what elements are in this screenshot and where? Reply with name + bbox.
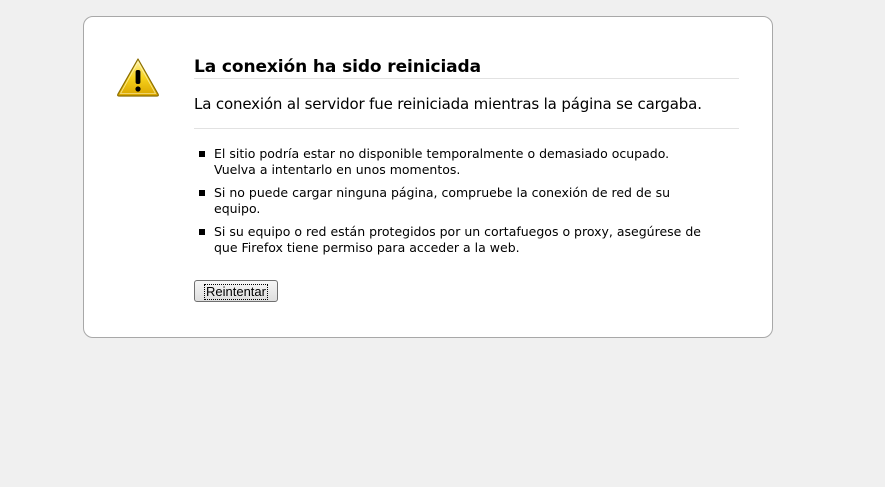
error-content: La conexión ha sido reiniciada La conexi… <box>194 57 739 263</box>
bullet-icon <box>199 229 205 235</box>
error-title: La conexión ha sido reiniciada <box>194 57 739 79</box>
bullet-icon <box>199 190 205 196</box>
list-item: El sitio podría estar no disponible temp… <box>194 146 704 178</box>
retry-button[interactable]: Reintentar <box>194 280 278 302</box>
list-item: Si no puede cargar ninguna página, compr… <box>194 185 704 217</box>
error-short-description: La conexión al servidor fue reiniciada m… <box>194 79 739 129</box>
error-suggestions-list: El sitio podría estar no disponible temp… <box>194 146 739 256</box>
bullet-icon <box>199 151 205 157</box>
retry-button-label: Reintentar <box>204 283 268 300</box>
list-item-text: El sitio podría estar no disponible temp… <box>214 146 670 177</box>
warning-icon <box>116 57 160 97</box>
list-item-text: Si no puede cargar ninguna página, compr… <box>214 185 670 216</box>
error-page-container: La conexión ha sido reiniciada La conexi… <box>83 16 773 338</box>
list-item-text: Si su equipo o red están protegidos por … <box>214 224 701 255</box>
list-item: Si su equipo o red están protegidos por … <box>194 224 704 256</box>
